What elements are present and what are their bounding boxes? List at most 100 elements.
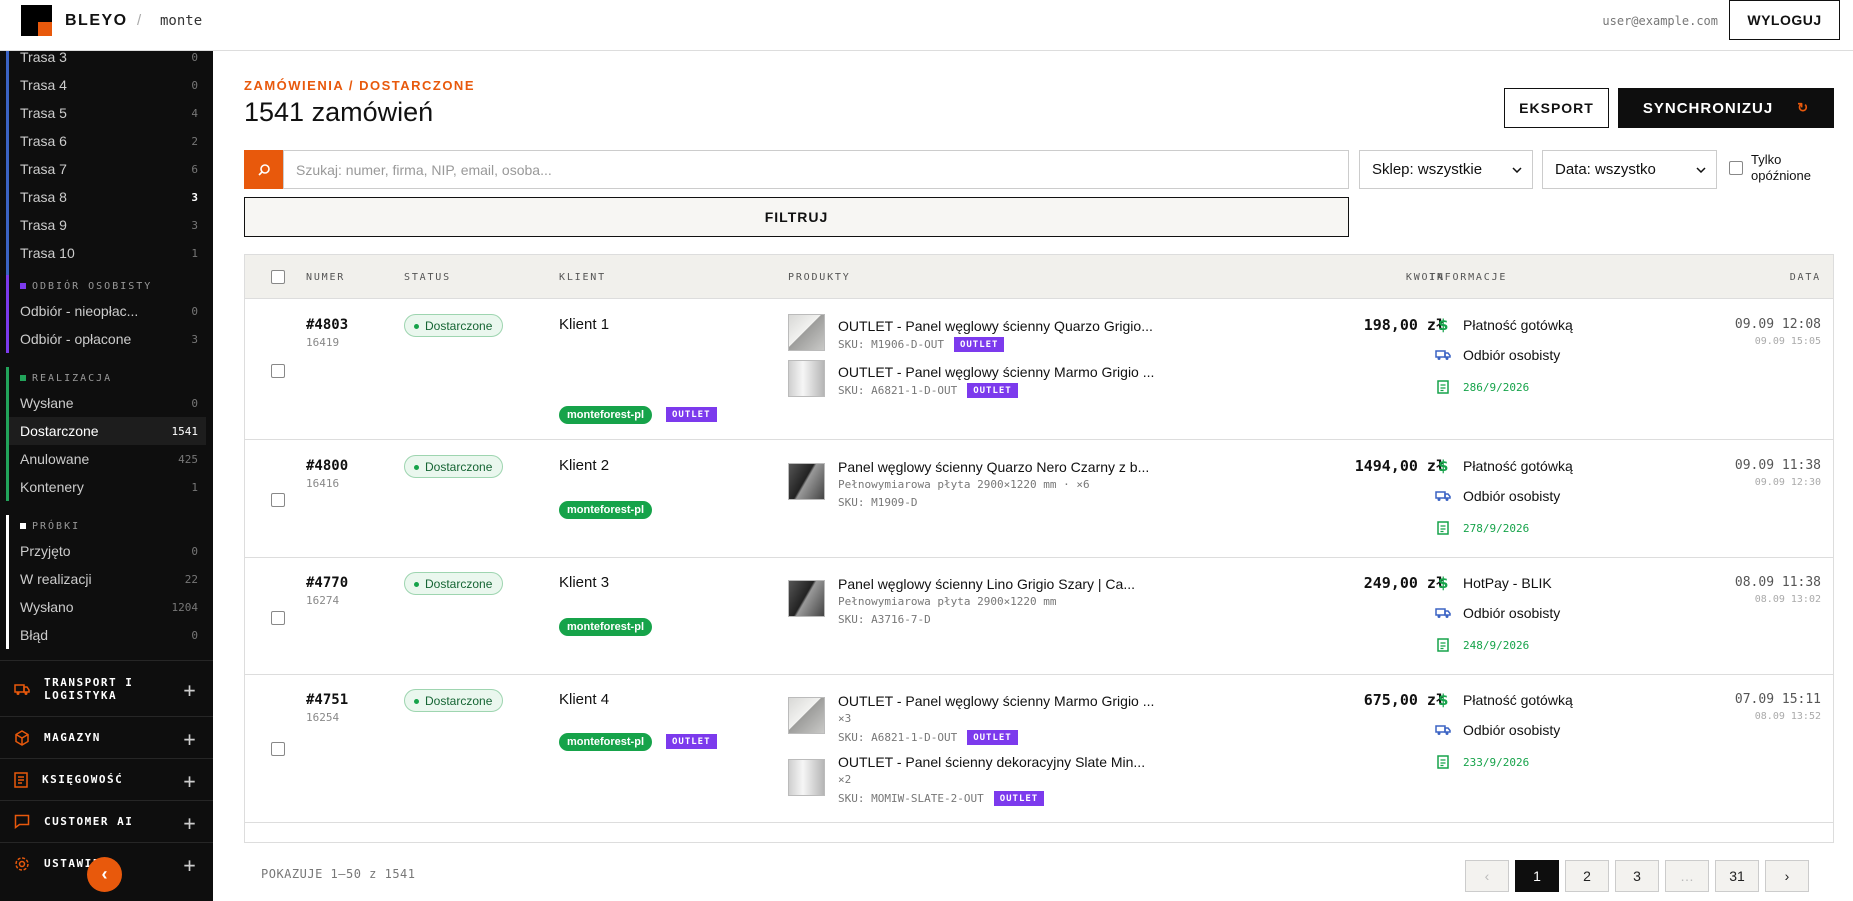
product-thumbnail[interactable] xyxy=(788,697,825,734)
product-name[interactable]: OUTLET - Panel węglowy ścienny Quarzo Gr… xyxy=(838,318,1153,334)
plus-icon: + xyxy=(183,769,197,793)
sidebar-group-pickup: ODBIÓR OSOBISTY Odbiór - nieopłac... 0 Od… xyxy=(6,275,206,353)
order-number[interactable]: #4751 xyxy=(306,692,348,708)
row-checkbox[interactable] xyxy=(271,611,285,625)
sidebar-item-trasa-5[interactable]: Trasa 5 4 xyxy=(6,99,206,127)
header-number[interactable]: NUMER xyxy=(306,272,345,283)
client-name[interactable]: Klient 2 xyxy=(559,457,609,474)
sidebar-item-trasa-9[interactable]: Trasa 9 3 xyxy=(6,211,206,239)
sidebar-item-trasa-10[interactable]: Trasa 10 1 xyxy=(6,239,206,267)
invoice-number[interactable]: 233/9/2026 xyxy=(1463,756,1529,769)
product-name[interactable]: OUTLET - Panel węglowy ścienny Marmo Gri… xyxy=(838,364,1154,380)
table-row[interactable]: #4800 16416 Dostarczone Klient 2 montefo… xyxy=(245,441,1833,558)
header-date[interactable]: DATA xyxy=(1790,272,1821,283)
sidebar-item-delivered[interactable]: Dostarczone 1541 xyxy=(6,417,206,445)
truck-icon xyxy=(1435,490,1451,502)
dollar-icon: $ xyxy=(1435,458,1451,474)
invoice-number[interactable]: 248/9/2026 xyxy=(1463,639,1529,652)
product-thumbnail[interactable] xyxy=(788,360,825,397)
product-name[interactable]: Panel węglowy ścienny Lino Grigio Szary … xyxy=(838,576,1135,592)
page-button-1[interactable]: 1 xyxy=(1515,860,1559,892)
breadcrumb[interactable]: ZAMÓWIENIA / DOSTARCZONE xyxy=(244,78,475,93)
order-number[interactable]: #4800 xyxy=(306,458,348,474)
sidebar-item-pickup-paid[interactable]: Odbiór - opłacone 3 xyxy=(6,325,206,353)
table-row[interactable]: #4803 16419 Dostarczone Klient 1 montefo… xyxy=(245,300,1833,440)
export-button[interactable]: EKSPORT xyxy=(1504,88,1609,128)
nav-transport[interactable]: TRANSPORT I LOGISTYKA + xyxy=(0,660,213,716)
invoice-info[interactable]: 233/9/2026 xyxy=(1435,755,1529,769)
header-products[interactable]: PRODUKTY xyxy=(788,272,851,283)
sidebar-item-trasa-7[interactable]: Trasa 7 6 xyxy=(6,155,206,183)
workspace-name[interactable]: monte xyxy=(160,13,202,29)
product-name[interactable]: OUTLET - Panel węglowy ścienny Marmo Gri… xyxy=(838,693,1154,709)
invoice-info[interactable]: 286/9/2026 xyxy=(1435,380,1529,394)
sidebar-item-trasa-3[interactable]: Trasa 3 0 xyxy=(6,51,206,71)
invoice-info[interactable]: 278/9/2026 xyxy=(1435,521,1529,535)
client-name[interactable]: Klient 3 xyxy=(559,574,609,591)
item-label: Dostarczone xyxy=(20,423,99,439)
svg-text:$: $ xyxy=(1438,575,1448,591)
sidebar-item-shipped[interactable]: Wysłano 1204 xyxy=(6,593,206,621)
page-button-31[interactable]: 31 xyxy=(1715,860,1759,892)
product-sku: SKU: A3716-7-D xyxy=(838,613,931,626)
sidebar-item-trasa-8[interactable]: Trasa 8 3 xyxy=(6,183,206,211)
sidebar-item-trasa-6[interactable]: Trasa 6 2 xyxy=(6,127,206,155)
search-input[interactable] xyxy=(283,150,1349,189)
invoice-number[interactable]: 286/9/2026 xyxy=(1463,381,1529,394)
item-label: Przyjęto xyxy=(20,543,71,559)
table-row[interactable]: #4770 16274 Dostarczone Klient 3 montefo… xyxy=(245,559,1833,675)
group-title-text: REALIZACJA xyxy=(32,372,113,384)
product-name[interactable]: OUTLET - Panel ścienny dekoracyjny Slate… xyxy=(838,754,1145,770)
header-status[interactable]: STATUS xyxy=(404,272,451,283)
select-all-checkbox[interactable] xyxy=(271,270,285,284)
delivery-date: 09.09 12:30 xyxy=(1754,477,1821,488)
chat-icon xyxy=(14,814,30,829)
late-only-label: Tylko opóźnione xyxy=(1751,152,1811,183)
nav-accounting[interactable]: KSIĘGOWOŚĆ + xyxy=(0,758,213,800)
order-sub-id: 16419 xyxy=(306,336,340,349)
invoice-icon xyxy=(1435,755,1451,769)
date-select[interactable]: Data: wszystko xyxy=(1542,150,1717,189)
sidebar-item-sent[interactable]: Wysłane 0 xyxy=(6,389,206,417)
product-thumbnail[interactable] xyxy=(788,580,825,617)
sidebar-item-pickup-unpaid[interactable]: Odbiór - nieopłac... 0 xyxy=(6,297,206,325)
page-button-2[interactable]: 2 xyxy=(1565,860,1609,892)
late-only-toggle[interactable]: Tylko opóźnione xyxy=(1729,152,1831,184)
sidebar-item-containers[interactable]: Kontenery 1 xyxy=(6,473,206,501)
product-thumbnail[interactable] xyxy=(788,463,825,500)
sidebar-item-error[interactable]: Błąd 0 xyxy=(6,621,206,649)
invoice-info[interactable]: 248/9/2026 xyxy=(1435,638,1529,652)
sidebar-item-trasa-4[interactable]: Trasa 4 0 xyxy=(6,71,206,99)
header-info[interactable]: INFORMACJE xyxy=(1429,272,1507,283)
sidebar-item-accepted[interactable]: Przyjęto 0 xyxy=(6,537,206,565)
product-name[interactable]: Panel węglowy ścienny Quarzo Nero Czarny… xyxy=(838,459,1149,475)
sidebar-item-cancelled[interactable]: Anulowane 425 xyxy=(6,445,206,473)
logo-icon[interactable] xyxy=(21,5,52,36)
row-checkbox[interactable] xyxy=(271,742,285,756)
order-number[interactable]: #4803 xyxy=(306,317,348,333)
nav-customer-ai[interactable]: CUSTOMER AI + xyxy=(0,800,213,842)
page-button-3[interactable]: 3 xyxy=(1615,860,1659,892)
header-client[interactable]: KLIENT xyxy=(559,272,606,283)
invoice-number[interactable]: 278/9/2026 xyxy=(1463,522,1529,535)
sidebar-item-in-progress[interactable]: W realizacji 22 xyxy=(6,565,206,593)
sync-button[interactable]: SYNCHRONIZUJ ↻ xyxy=(1618,88,1834,128)
prev-page-button[interactable]: ‹ xyxy=(1465,860,1509,892)
filter-button[interactable]: FILTRUJ xyxy=(244,197,1349,237)
row-checkbox[interactable] xyxy=(271,493,285,507)
late-only-checkbox[interactable] xyxy=(1729,161,1743,175)
logout-button[interactable]: WYLOGUJ xyxy=(1729,0,1840,40)
shop-select[interactable]: Sklep: wszystkie xyxy=(1359,150,1533,189)
shop-badge: monteforest-pl xyxy=(559,501,652,519)
nav-warehouse[interactable]: MAGAZYN + xyxy=(0,716,213,758)
product-thumbnail[interactable] xyxy=(788,759,825,796)
search-button[interactable] xyxy=(244,150,283,189)
row-checkbox[interactable] xyxy=(271,364,285,378)
order-number[interactable]: #4770 xyxy=(306,575,348,591)
collapse-sidebar-button[interactable]: ‹ xyxy=(87,857,122,892)
product-thumbnail[interactable] xyxy=(788,314,825,351)
table-row[interactable]: #4751 16254 Dostarczone Klient 4 montefo… xyxy=(245,676,1833,823)
client-name[interactable]: Klient 1 xyxy=(559,316,609,333)
client-name[interactable]: Klient 4 xyxy=(559,691,609,708)
next-page-button[interactable]: › xyxy=(1765,860,1809,892)
